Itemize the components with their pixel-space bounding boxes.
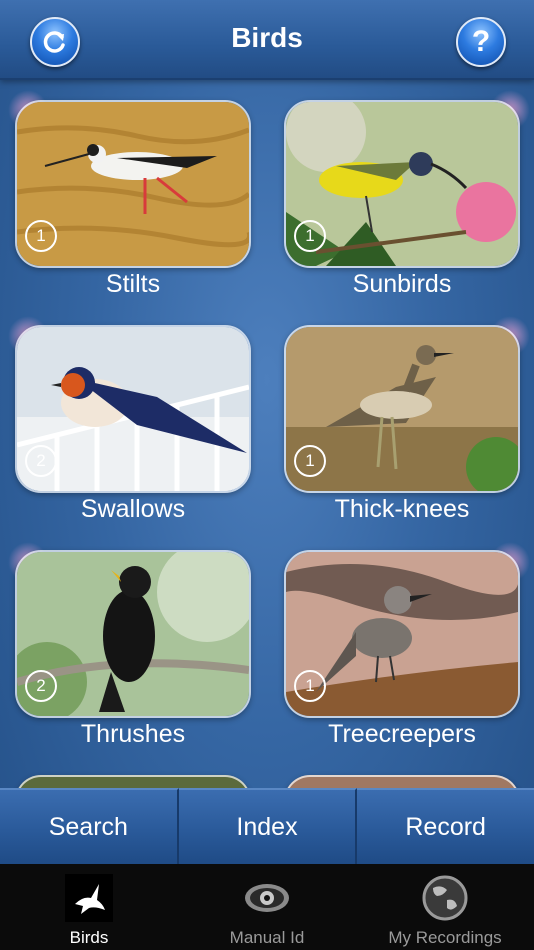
recording-count-badge: 2	[25, 670, 57, 702]
globe-icon	[422, 875, 468, 921]
stilt-photo: 1	[15, 100, 251, 268]
header-bar: Birds ?	[0, 0, 534, 80]
swallow-photo: 2	[15, 325, 251, 493]
tab-label: My Recordings	[388, 928, 502, 947]
treecreeper-photo: 1	[284, 550, 520, 718]
help-button[interactable]: ?	[456, 17, 506, 67]
next-group-photo	[15, 775, 251, 788]
search-button[interactable]: Search	[0, 788, 179, 864]
thrush-photo: 2	[15, 550, 251, 718]
group-card-sunbirds[interactable]: 1 Sunbirds	[284, 100, 520, 298]
recording-count-badge: 2	[25, 445, 57, 477]
recording-count-badge: 1	[294, 670, 326, 702]
eye-icon	[245, 884, 289, 912]
tab-label: Manual Id	[229, 928, 305, 947]
group-card-swallows[interactable]: 2 Swallows	[15, 325, 251, 523]
recording-count-badge: 1	[294, 220, 326, 252]
group-card-thrushes[interactable]: 2 Thrushes	[15, 550, 251, 748]
bird-group-grid: 1 Stilts 1 Sunbirds 2 Swallows 1 Thick-k…	[0, 80, 534, 788]
group-label: Treecreepers	[328, 720, 476, 748]
group-label: Sunbirds	[352, 270, 452, 298]
sunbird-photo: 1	[284, 100, 520, 268]
group-label: Swallows	[80, 495, 186, 523]
page-title: Birds	[231, 22, 303, 53]
tab-bar: Birds Manual Id My Recordings	[0, 864, 534, 950]
group-label: Stilts	[105, 270, 161, 298]
bird-icon	[65, 874, 113, 922]
group-card-thick-knees[interactable]: 1 Thick-knees	[284, 325, 520, 523]
recording-count-badge: 1	[25, 220, 57, 252]
thick-knee-photo: 1	[284, 325, 520, 493]
recording-count-badge: 1	[294, 445, 326, 477]
action-bar: Search Index Record	[0, 788, 534, 864]
group-card-stilts[interactable]: 1 Stilts	[15, 100, 251, 298]
group-card-partial[interactable]	[284, 775, 520, 788]
record-button[interactable]: Record	[357, 788, 534, 864]
index-button[interactable]: Index	[178, 788, 358, 864]
group-label: Thick-knees	[334, 495, 470, 523]
tab-manual-id[interactable]: Manual Id	[178, 864, 356, 950]
group-card-treecreepers[interactable]: 1 Treecreepers	[284, 550, 520, 748]
tab-birds[interactable]: Birds	[0, 864, 178, 950]
tab-label: Birds	[69, 928, 109, 947]
group-label: Thrushes	[80, 720, 186, 748]
next-group-photo	[284, 775, 520, 788]
group-card-partial[interactable]	[15, 775, 251, 788]
tab-my-recordings[interactable]: My Recordings	[356, 864, 534, 950]
